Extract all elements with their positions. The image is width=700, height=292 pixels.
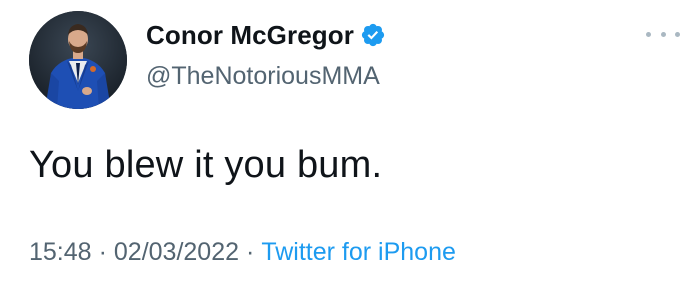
more-options-icon[interactable] bbox=[646, 24, 680, 44]
author-handle[interactable]: @TheNotoriousMMA bbox=[146, 62, 386, 91]
more-dot bbox=[660, 31, 666, 37]
more-dot bbox=[646, 31, 651, 37]
tweet-source-link[interactable]: Twitter for iPhone bbox=[261, 238, 456, 267]
author-info: Conor McGregor @TheNotoriousMMA bbox=[146, 18, 386, 91]
meta-separator: · bbox=[246, 238, 255, 266]
more-dot bbox=[675, 31, 680, 37]
tweet-card: Conor McGregor @TheNotoriousMMA You blew… bbox=[0, 0, 700, 292]
tweet-date[interactable]: 02/03/2022 bbox=[114, 238, 239, 267]
tweet-time[interactable]: 15:48 bbox=[29, 238, 92, 267]
avatar-image bbox=[29, 11, 127, 109]
author-display-name[interactable]: Conor McGregor bbox=[146, 20, 354, 51]
verified-badge-icon bbox=[360, 22, 386, 48]
avatar[interactable] bbox=[29, 11, 127, 109]
meta-separator: · bbox=[98, 238, 107, 266]
name-row: Conor McGregor bbox=[146, 18, 386, 52]
tweet-text: You blew it you bum. bbox=[29, 144, 383, 186]
tweet-meta: 15:48 · 02/03/2022 · Twitter for iPhone bbox=[29, 238, 456, 267]
